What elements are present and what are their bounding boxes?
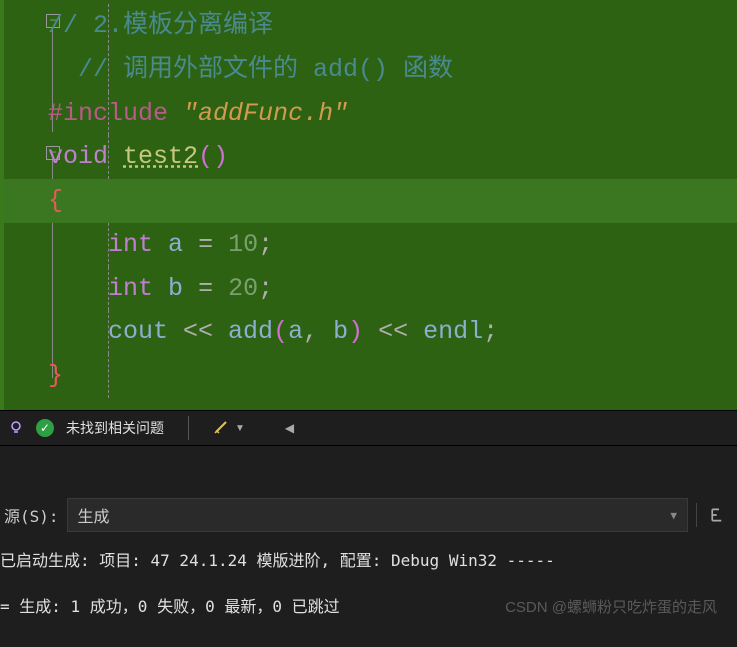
code-line[interactable]: int b = 20; bbox=[48, 267, 737, 311]
broom-icon[interactable] bbox=[213, 419, 229, 438]
chevron-down-icon: ▼ bbox=[670, 509, 677, 522]
function-call: add bbox=[228, 317, 273, 346]
divider bbox=[188, 416, 189, 440]
code-line[interactable]: } bbox=[48, 354, 737, 398]
include-file: "addFunc.h" bbox=[183, 99, 348, 128]
chevron-down-icon[interactable]: ▼ bbox=[235, 423, 245, 434]
identifier: endl bbox=[423, 317, 483, 346]
paren: ) bbox=[213, 142, 228, 171]
brace: { bbox=[48, 186, 63, 215]
code-editor[interactable]: − − // 2.模板分离编译 // 调用外部文件的 add() 函数 #inc… bbox=[0, 0, 737, 410]
keyword: void bbox=[48, 142, 108, 171]
code-line[interactable]: // 2.模板分离编译 bbox=[48, 4, 737, 48]
issues-bar: ✓ 未找到相关问题 ▼ ◀ bbox=[0, 410, 737, 446]
output-line: 已启动生成: 项目: 47 24.1.24 模版进阶, 配置: Debug Wi… bbox=[0, 546, 737, 576]
variable: a bbox=[168, 230, 183, 259]
code-line[interactable]: // 调用外部文件的 add() 函数 bbox=[48, 48, 737, 92]
code-line[interactable]: #include "addFunc.h" bbox=[48, 92, 737, 136]
divider bbox=[696, 503, 697, 527]
function-name: test2 bbox=[123, 142, 198, 171]
comment-text: // 2.模板分离编译 bbox=[48, 11, 273, 40]
output-source-select[interactable]: 生成 ▼ bbox=[67, 498, 688, 532]
type-keyword: int bbox=[108, 274, 153, 303]
type-keyword: int bbox=[108, 230, 153, 259]
paren: ( bbox=[198, 142, 213, 171]
code-line[interactable]: void test2() bbox=[48, 135, 737, 179]
output-text[interactable]: 已启动生成: 项目: 47 24.1.24 模版进阶, 配置: Debug Wi… bbox=[0, 536, 737, 633]
check-circle-icon: ✓ bbox=[36, 419, 54, 437]
identifier: cout bbox=[108, 317, 168, 346]
output-line: = 生成: 1 成功，0 失败，0 最新，0 已跳过 bbox=[0, 592, 737, 622]
comment-text: // 调用外部文件的 add() 函数 bbox=[78, 55, 453, 84]
output-panel: 源(S): 生成 ▼ 已启动生成: 项目: 47 24.1.24 模版进阶, 配… bbox=[0, 446, 737, 647]
issues-status-text: 未找到相关问题 bbox=[66, 418, 164, 438]
variable: b bbox=[168, 274, 183, 303]
lightbulb-icon[interactable] bbox=[8, 420, 24, 436]
number-literal: 20 bbox=[228, 274, 258, 303]
filter-label: 源(S): bbox=[4, 503, 59, 527]
brace: } bbox=[48, 361, 63, 390]
output-filter-row: 源(S): 生成 ▼ bbox=[0, 494, 737, 536]
number-literal: 10 bbox=[228, 230, 258, 259]
code-line[interactable]: int a = 10; bbox=[48, 223, 737, 267]
code-line-highlighted[interactable]: { bbox=[0, 179, 737, 223]
select-value: 生成 bbox=[78, 503, 110, 527]
goto-line-icon[interactable] bbox=[705, 501, 733, 529]
code-line[interactable]: cout << add(a, b) << endl; bbox=[48, 310, 737, 354]
play-back-icon[interactable]: ◀ bbox=[285, 421, 294, 435]
